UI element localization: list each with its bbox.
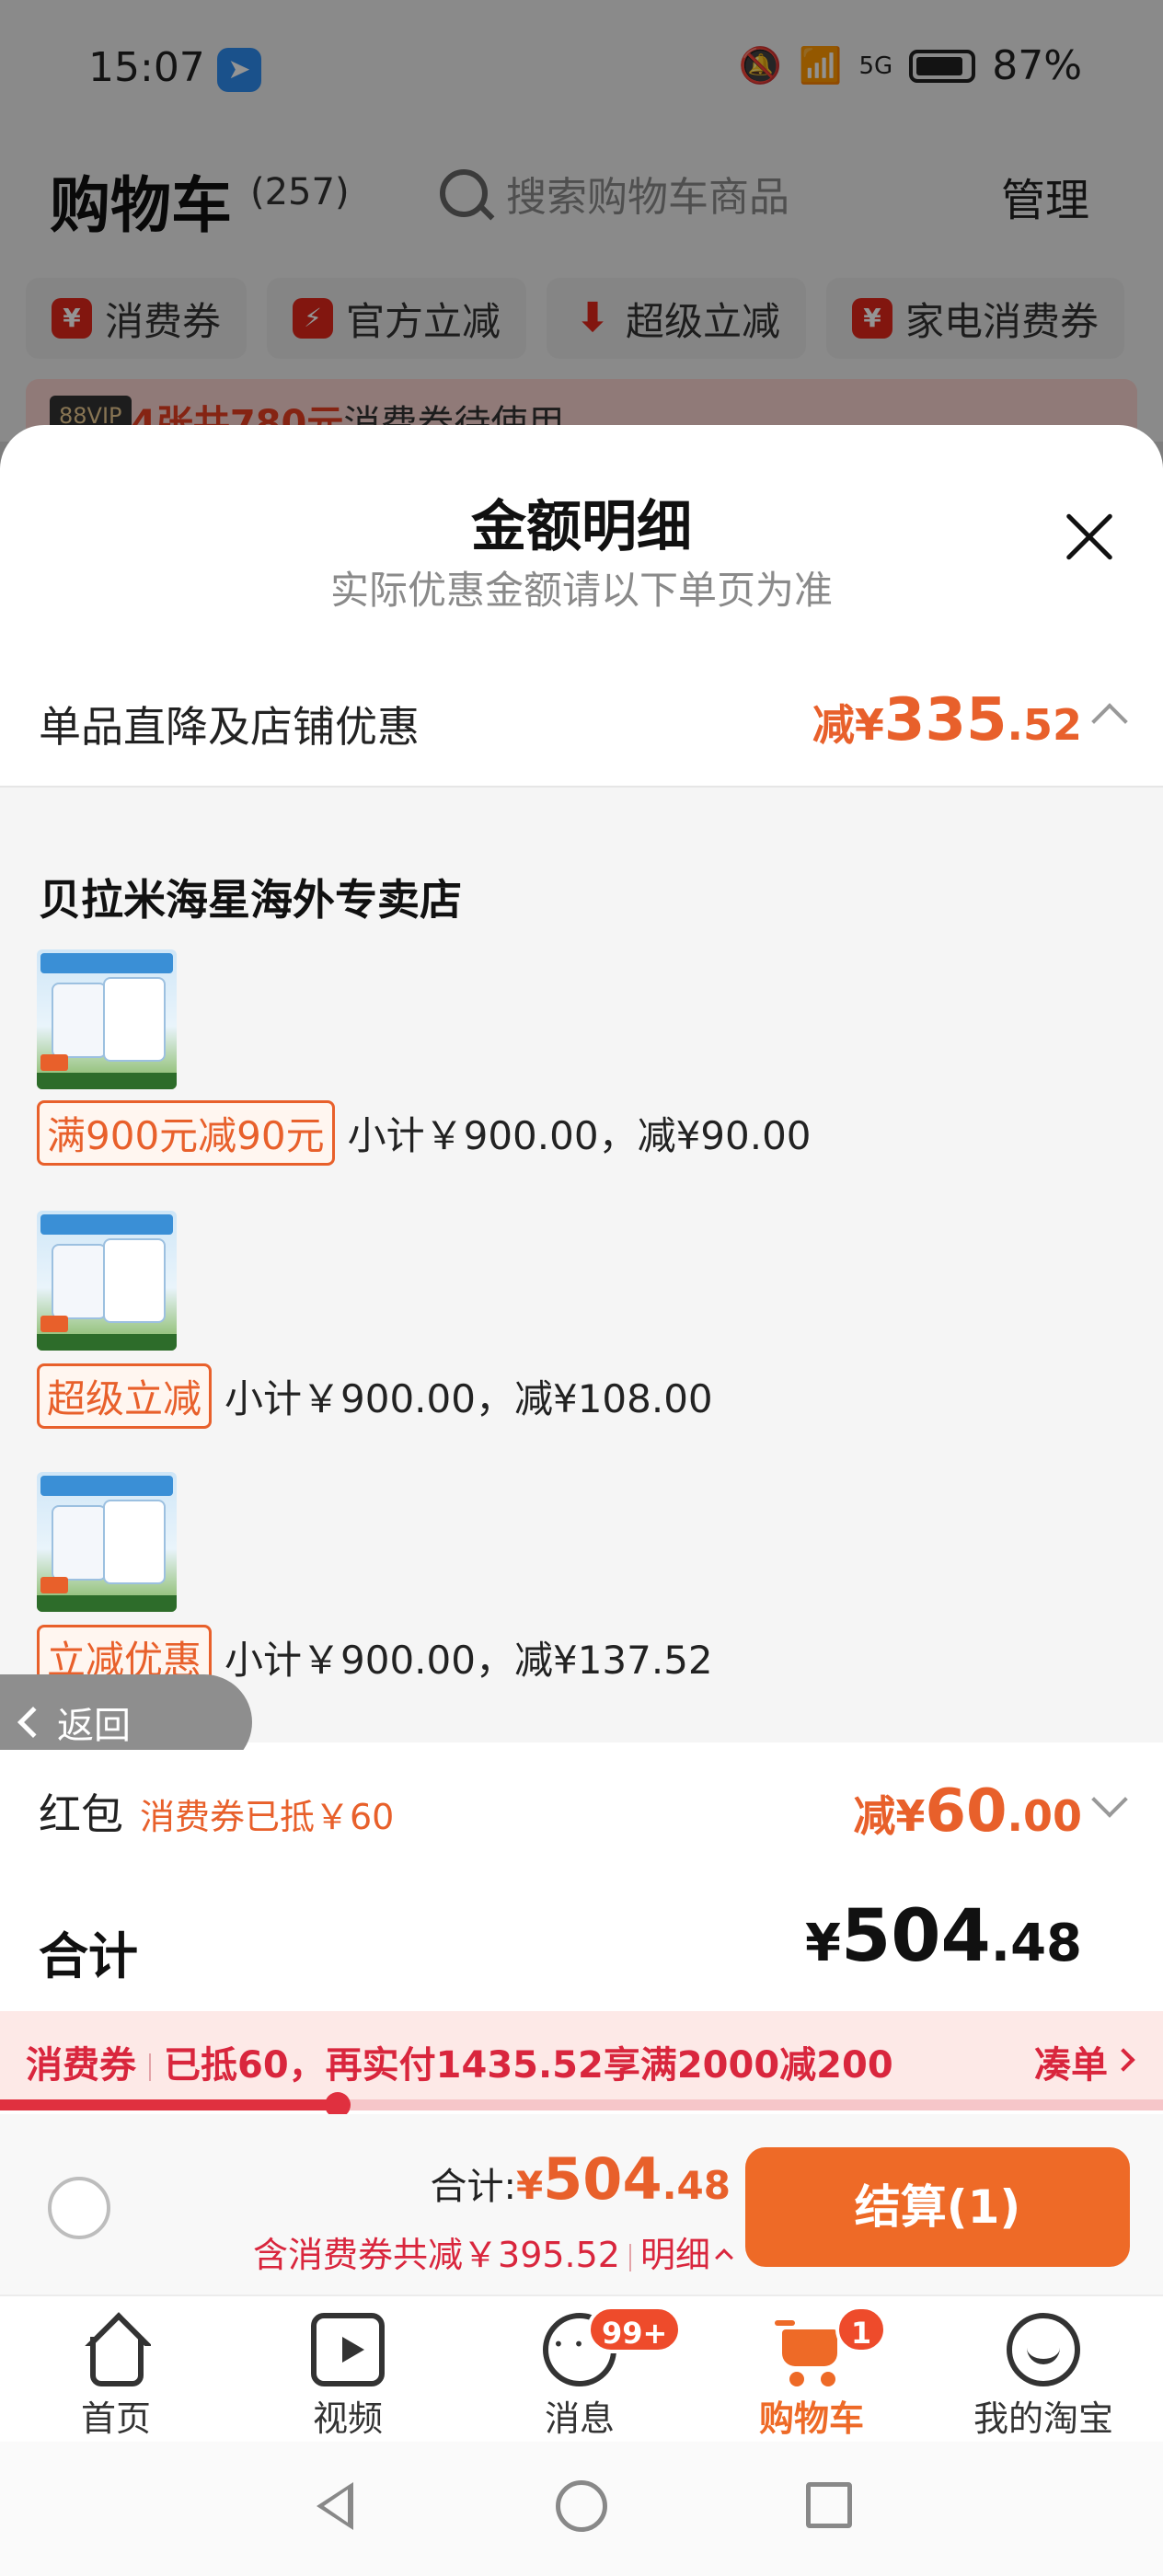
modal-overlay[interactable] bbox=[0, 0, 1163, 442]
store-name: 贝拉米海星海外专卖店 bbox=[39, 875, 462, 925]
coupon-progress-bar bbox=[0, 2092, 1163, 2118]
discount-detail-list: 贝拉米海星海外专卖店 满900元减90元 小计￥900.00，减¥90.00 超… bbox=[0, 786, 1163, 1742]
chevron-up-icon bbox=[1091, 703, 1128, 740]
video-icon bbox=[311, 2313, 385, 2386]
bottom-tab-bar: 首页 视频 99+ 消息 1 购物车 我的淘宝 bbox=[0, 2294, 1163, 2442]
red-packet-label: 红包 bbox=[39, 1789, 123, 1839]
savings-detail-toggle[interactable]: 含消费券共减￥395.52 明细 bbox=[253, 2226, 733, 2277]
tab-home[interactable]: 首页 bbox=[24, 2296, 208, 2444]
amount-detail-sheet: 金额明细 实际优惠金额请以下单页为准 单品直降及店铺优惠 减¥335.52 贝拉… bbox=[0, 425, 1163, 2136]
close-icon[interactable] bbox=[1064, 512, 1115, 563]
nav-home-icon[interactable] bbox=[556, 2480, 607, 2532]
detail-label: 明细 bbox=[639, 2235, 710, 2275]
add-items-link[interactable]: 凑单 bbox=[1034, 2035, 1108, 2088]
select-all-checkbox[interactable] bbox=[48, 2177, 110, 2239]
list-item: 超级立减 小计￥900.00，减¥108.00 bbox=[37, 1363, 713, 1429]
system-navigation-bar bbox=[0, 2442, 1163, 2576]
red-packet-note: 消费券已抵￥60 bbox=[140, 1797, 395, 1837]
discount-section-header[interactable]: 单品直降及店铺优惠 减¥335.52 bbox=[0, 653, 1163, 782]
nav-recents-icon[interactable] bbox=[806, 2482, 852, 2528]
promo-tag: 满900元减90元 bbox=[37, 1100, 335, 1166]
tab-cart[interactable]: 1 购物车 bbox=[720, 2296, 904, 2444]
promo-detail: 小计￥900.00，减¥108.00 bbox=[225, 1376, 713, 1421]
chevron-right-icon bbox=[1111, 2048, 1135, 2072]
chevron-down-icon bbox=[1091, 1781, 1128, 1818]
coupon-strip-label: 消费券 bbox=[26, 2044, 136, 2087]
product-thumbnail[interactable] bbox=[37, 1211, 177, 1351]
red-packet-amount: 减¥60.00 bbox=[853, 1777, 1082, 1846]
tab-video[interactable]: 视频 bbox=[256, 2296, 440, 2444]
checkout-total: 合计:¥504.48 bbox=[430, 2145, 731, 2213]
cart-badge: 1 bbox=[835, 2306, 887, 2353]
chevron-left-icon bbox=[17, 1707, 49, 1738]
list-item: 满900元减90元 小计￥900.00，减¥90.00 bbox=[37, 1100, 812, 1166]
red-packet-row[interactable]: 红包 消费券已抵￥60 减¥60.00 bbox=[0, 1750, 1163, 1879]
product-thumbnail[interactable] bbox=[37, 1472, 177, 1612]
back-label: 返回 bbox=[57, 1705, 131, 1747]
promo-detail: 小计￥900.00，减¥90.00 bbox=[347, 1113, 812, 1158]
promo-tag: 超级立减 bbox=[37, 1363, 213, 1429]
profile-icon bbox=[1007, 2313, 1080, 2386]
tab-my-taobao[interactable]: 我的淘宝 bbox=[951, 2296, 1135, 2444]
tab-messages[interactable]: 99+ 消息 bbox=[488, 2296, 683, 2444]
home-icon bbox=[90, 2337, 144, 2386]
coupon-progress-fill bbox=[0, 2099, 338, 2110]
coupon-strip[interactable]: 消费券 已抵60，再实付1435.52享满2000减200 凑单 bbox=[0, 2011, 1163, 2109]
total-amount: ¥504.48 bbox=[805, 1895, 1082, 1978]
discount-section-amount: 减¥335.52 bbox=[812, 686, 1082, 754]
discount-section-label: 单品直降及店铺优惠 bbox=[39, 702, 420, 752]
chevron-up-icon bbox=[715, 2248, 733, 2267]
promo-detail: 小计￥900.00，减¥137.52 bbox=[225, 1638, 713, 1683]
message-badge: 99+ bbox=[587, 2306, 683, 2353]
nav-back-icon[interactable] bbox=[309, 2482, 355, 2530]
sheet-subtitle: 实际优惠金额请以下单页为准 bbox=[329, 568, 833, 613]
coupon-strip-text: 已抵60，再实付1435.52享满2000减200 bbox=[164, 2044, 893, 2087]
total-label: 合计 bbox=[39, 1927, 138, 1985]
checkout-bar: 合计:¥504.48 含消费券共减￥395.52 明细 结算(1) bbox=[0, 2114, 1163, 2294]
savings-text: 含消费券共减￥395.52 bbox=[253, 2235, 620, 2275]
checkout-button[interactable]: 结算(1) bbox=[745, 2147, 1130, 2267]
product-thumbnail[interactable] bbox=[37, 949, 177, 1089]
sheet-title: 金额明细 bbox=[471, 495, 692, 559]
